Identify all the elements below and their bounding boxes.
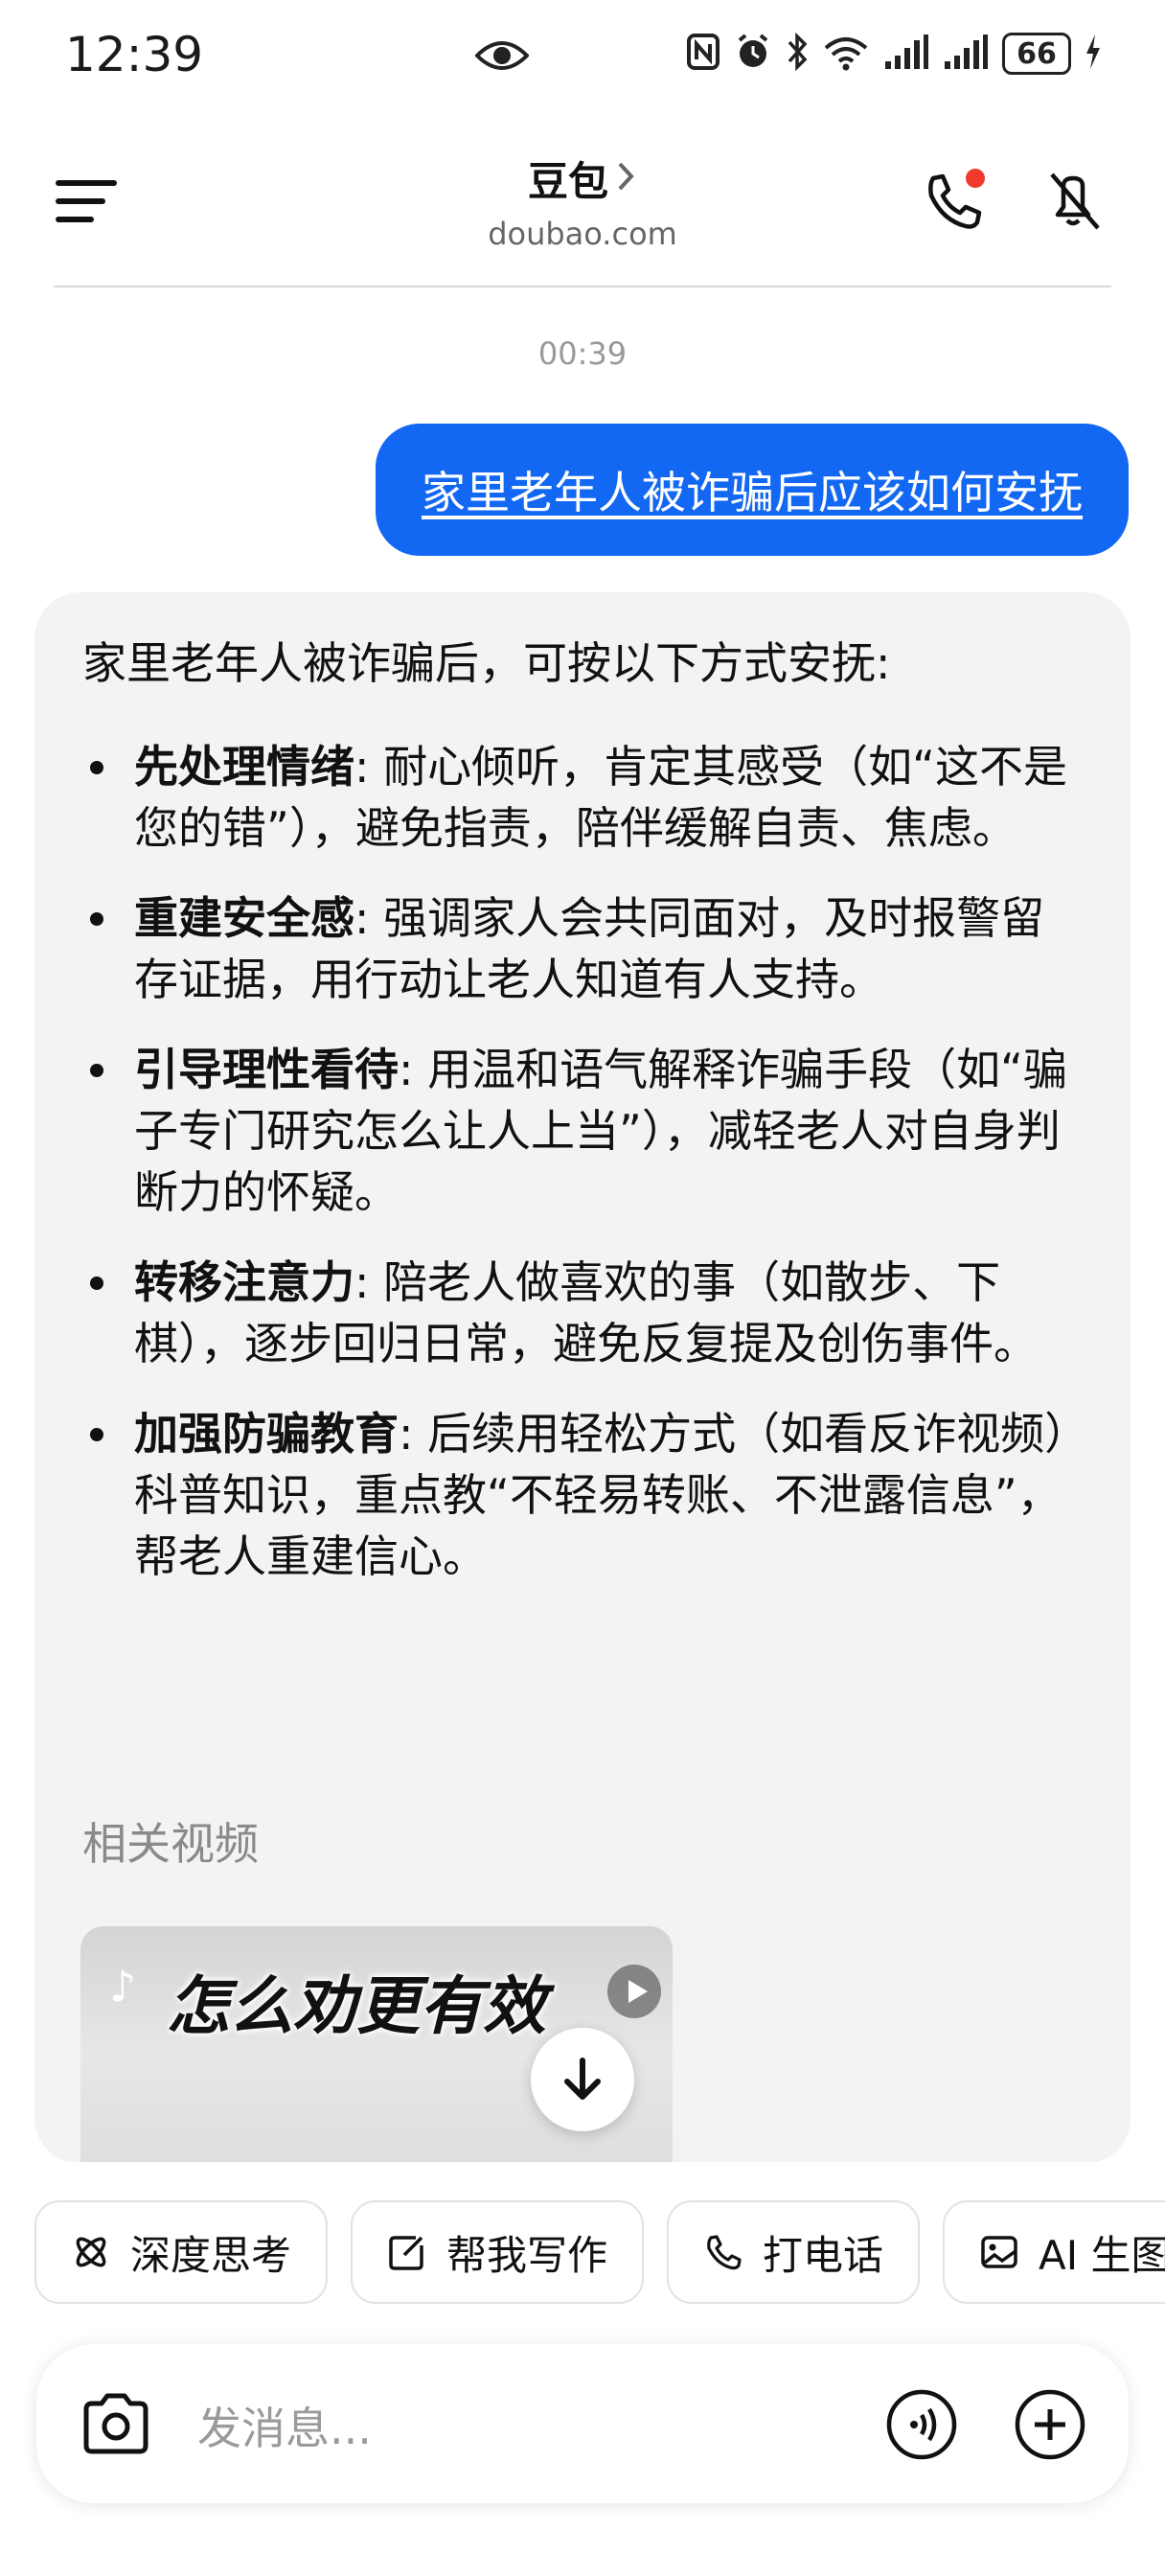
- item-title: 引导理性看待: [134, 1044, 399, 1095]
- video-caption: 怎么劝更有效: [167, 1968, 546, 2043]
- call-button[interactable]: [920, 169, 987, 236]
- status-time: 12:39: [65, 27, 204, 82]
- plus-icon: [1015, 2389, 1085, 2460]
- page-title: 豆包: [527, 158, 608, 205]
- composer-area: 深度思考 帮我写作 打电话 AI 生图 发消息...: [0, 2162, 1165, 2576]
- add-button[interactable]: [1014, 2388, 1086, 2465]
- camera-icon: [83, 2393, 148, 2454]
- chip-help-write[interactable]: 帮我写作: [351, 2200, 645, 2304]
- wifi-icon: [822, 33, 870, 75]
- chip-ai-image[interactable]: AI 生图: [943, 2200, 1165, 2304]
- eye-icon: [474, 36, 530, 79]
- play-icon: [607, 1965, 661, 2018]
- mute-button[interactable]: [1040, 169, 1108, 236]
- item-title: 转移注意力: [134, 1256, 354, 1308]
- chip-label: 打电话: [763, 2231, 884, 2279]
- alarm-icon: [734, 33, 772, 75]
- page-subtitle: doubao.com: [488, 216, 677, 252]
- item-title: 加强防骗教育: [134, 1408, 399, 1460]
- message-input[interactable]: 发消息...: [197, 2394, 372, 2457]
- header-divider: [54, 286, 1111, 288]
- chip-label: 帮我写作: [446, 2231, 608, 2279]
- charging-icon: [1085, 33, 1102, 75]
- answer-list: 先处理情绪: 耐心倾听，肯定其感受（如“这不是您的错”），避免指责，陪伴缓解自责…: [82, 736, 1088, 1616]
- scroll-to-bottom-button[interactable]: [531, 2028, 634, 2131]
- list-item: 先处理情绪: 耐心倾听，肯定其感受（如“这不是您的错”），避免指责，陪伴缓解自责…: [82, 736, 1088, 859]
- chip-label: AI 生图: [1039, 2231, 1165, 2279]
- speaker-muted-icon: [1050, 172, 1100, 230]
- item-title: 重建安全感: [134, 892, 354, 944]
- item-title: 先处理情绪: [134, 741, 354, 793]
- chip-label: 深度思考: [130, 2231, 292, 2279]
- tiktok-icon: ♪: [109, 1963, 137, 2012]
- atom-icon: [76, 2237, 106, 2267]
- voice-wave-icon: [886, 2389, 957, 2460]
- camera-button[interactable]: [80, 2390, 151, 2461]
- list-item: 加强防骗教育: 后续用轻松方式（如看反诈视频）科普知识，重点教“不轻易转账、不泄…: [82, 1403, 1088, 1587]
- system-icons: 66: [686, 32, 1102, 75]
- quick-action-chips: 深度思考 帮我写作 打电话 AI 生图: [34, 2200, 1165, 2304]
- status-bar: 12:39 66: [0, 0, 1165, 115]
- image-icon: [981, 2236, 1017, 2268]
- arrow-down-icon: [564, 2058, 601, 2100]
- related-videos-label: 相关视频: [82, 1818, 259, 1870]
- user-message-bubble[interactable]: 家里老年人被诈骗后应该如何安抚: [376, 424, 1129, 556]
- battery-indicator: 66: [1002, 33, 1071, 75]
- edit-icon: [389, 2236, 423, 2270]
- answer-intro: 家里老年人被诈骗后，可按以下方式安抚:: [82, 637, 891, 689]
- list-item: 引导理性看待: 用温和语气解释诈骗手段（如“骗子专门研究怎么让人上当”），减轻老…: [82, 1039, 1088, 1223]
- chat-header: 豆包 doubao.com: [0, 134, 1165, 288]
- signal-icon-2: [943, 33, 989, 75]
- chevron-right-icon: [616, 155, 637, 202]
- title-block[interactable]: 豆包 doubao.com: [0, 150, 1165, 252]
- chip-phone-call[interactable]: 打电话: [667, 2200, 921, 2304]
- message-timestamp: 00:39: [537, 335, 628, 372]
- nfc-icon: [686, 33, 720, 75]
- bluetooth-icon: [786, 32, 809, 75]
- assistant-answer-card: 家里老年人被诈骗后，可按以下方式安抚: 先处理情绪: 耐心倾听，肯定其感受（如“…: [34, 592, 1131, 2164]
- voice-button[interactable]: [885, 2388, 958, 2465]
- signal-icon: [883, 33, 929, 75]
- list-item: 转移注意力: 陪老人做喜欢的事（如散步、下棋），逐步回归日常，避免反复提及创伤事…: [82, 1252, 1088, 1374]
- list-item: 重建安全感: 强调家人会共同面对，及时报警留存证据，用行动让老人知道有人支持。: [82, 887, 1088, 1010]
- phone-icon: [707, 2235, 742, 2270]
- phone-icon: [928, 169, 985, 229]
- message-input-bar[interactable]: 发消息...: [36, 2344, 1129, 2503]
- chip-deep-think[interactable]: 深度思考: [34, 2200, 329, 2304]
